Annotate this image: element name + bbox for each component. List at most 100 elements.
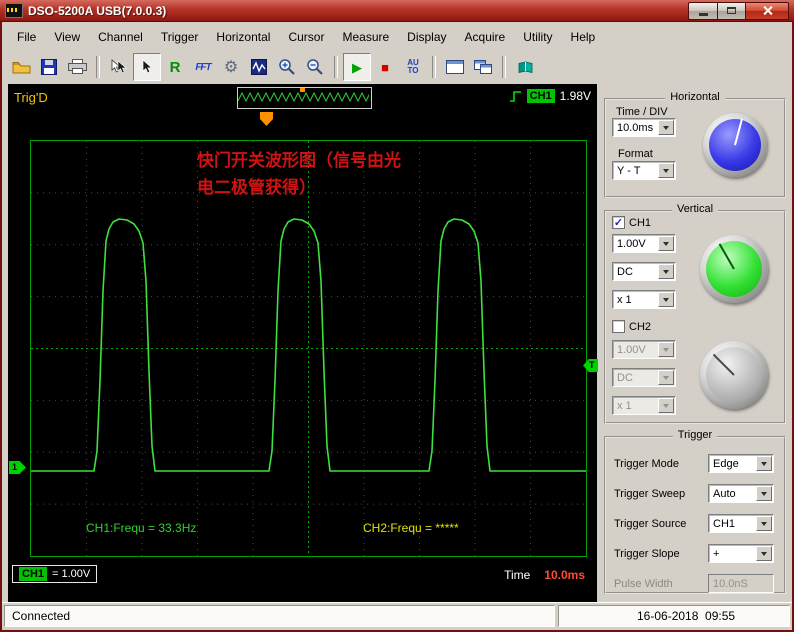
chevron-down-icon [756,546,772,561]
refresh-r-button[interactable]: R [161,53,189,81]
trigger-source-label: Trigger Source [614,518,686,530]
stop-button[interactable]: ■ [371,53,399,81]
ch2-position-knob [700,341,768,409]
chevron-down-icon [658,163,674,178]
trigger-mode-label: Trigger Mode [614,458,679,470]
trigger-source-select[interactable]: CH1 [708,514,774,533]
ch2-checkbox-icon [612,320,625,333]
ch1-position-knob[interactable] [700,235,768,303]
ch2-checkbox-label: CH2 [629,321,651,333]
scope-display-panel: Trig'D CH1 1.98V 快门开关波形图（信号由光 电二极管获得） CH… [8,84,597,602]
auto-icon: AU TO [407,59,419,75]
close-button[interactable] [746,2,789,20]
maximize-button[interactable] [718,2,746,20]
printer-icon [68,59,87,75]
save-button[interactable] [35,53,63,81]
menu-utility[interactable]: Utility [514,27,561,47]
maximize-icon [727,7,736,14]
chevron-down-icon [756,456,772,471]
gear-icon: ⚙ [224,57,238,77]
menu-measure[interactable]: Measure [333,27,398,47]
settings-button[interactable]: ⚙ [217,53,245,81]
toolbar-separator [432,56,436,78]
pulse-width-label: Pulse Width [614,578,673,590]
ch2-coupling-select: DC [612,368,676,387]
horizontal-position-knob[interactable] [703,113,767,177]
time-scale-readout: Time 10.0ms [504,568,585,582]
ch1-checkbox[interactable]: CH1 [612,216,651,229]
format-value: Y - T [613,165,658,177]
autoset-button[interactable]: AU TO [399,53,427,81]
menu-cursor[interactable]: Cursor [279,27,333,47]
chevron-down-icon [756,486,772,501]
toolbar-separator [502,56,506,78]
minimize-button[interactable] [688,2,718,20]
menubar: File View Channel Trigger Horizontal Cur… [2,24,792,50]
menu-horizontal[interactable]: Horizontal [207,27,279,47]
chevron-down-icon [658,236,674,251]
ch1-volt-select[interactable]: 1.00V [612,234,676,253]
open-button[interactable] [7,53,35,81]
print-button[interactable] [63,53,91,81]
chevron-down-icon [658,264,674,279]
ch1-frequency-readout: CH1:Frequ = 33.3Hz [86,521,196,535]
graticule-grid [31,141,586,556]
ch1-position-marker[interactable]: 1 [9,461,26,474]
statusbar: Connected 16-06-2018 09:55 [2,602,792,630]
pointer-button[interactable] [133,53,161,81]
annotation-text: 快门开关波形图（信号由光 电二极管获得） [197,147,401,201]
time-scale-label: Time [504,568,530,582]
ch1-probe-select[interactable]: x 1 [612,290,676,309]
chevron-down-icon [658,120,674,135]
trigger-level-readout: 1.98V [560,89,591,103]
pointer-icon [140,59,154,75]
trigger-edge-icon [509,90,522,103]
help-book-button[interactable] [511,53,539,81]
annotation-line1: 快门开关波形图（信号由光 [197,147,401,174]
chevron-down-icon [756,516,772,531]
trigger-mode-select[interactable]: Edge [708,454,774,473]
minimize-icon [699,13,708,16]
format-select[interactable]: Y - T [612,161,676,180]
trigger-slope-select[interactable]: + [708,544,774,563]
start-button[interactable]: ▶ [343,53,371,81]
trigger-mode-value: Edge [709,458,756,470]
app-icon [5,3,23,18]
ch1-coupling-select[interactable]: DC [612,262,676,281]
trigger-slope-value: + [709,548,756,560]
time-div-select[interactable]: 10.0ms [612,118,676,137]
auto-icon-bottom: TO [407,67,419,75]
trig-status: Trig'D [14,90,48,105]
zoom-out-button[interactable] [301,53,329,81]
datetime-status: 16-06-2018 09:55 [558,605,790,627]
titlebar: DSO-5200A USB(7.0.0.3) [0,0,794,22]
trigger-sweep-select[interactable]: Auto [708,484,774,503]
ch2-checkbox[interactable]: CH2 [612,320,651,333]
ch1-probe-value: x 1 [613,294,658,306]
trigger-group-title: Trigger [673,429,717,441]
menu-display[interactable]: Display [398,27,455,47]
ch2-probe-select: x 1 [612,396,676,415]
single-window-button[interactable] [441,53,469,81]
fft-button[interactable]: FFT [189,53,217,81]
menu-acquire[interactable]: Acquire [456,27,515,47]
window-icon [446,60,464,74]
menu-trigger[interactable]: Trigger [152,27,208,47]
pulse-width-field: 10.0nS [708,574,774,593]
split-window-button[interactable] [469,53,497,81]
ch1-volt-value: 1.00V [613,238,658,250]
waveform-display-button[interactable] [245,53,273,81]
trigger-position-marker[interactable] [260,112,273,126]
connection-status: Connected [4,605,555,627]
chevron-down-icon [658,342,674,357]
trigger-sweep-value: Auto [709,488,756,500]
menu-help[interactable]: Help [562,27,605,47]
chevron-down-icon [658,398,674,413]
cursor-tracking-button[interactable] [105,53,133,81]
menu-file[interactable]: File [8,27,45,47]
zoom-in-button[interactable] [273,53,301,81]
annotation-line2: 电二极管获得） [197,174,401,201]
menu-view[interactable]: View [45,27,89,47]
knob-face [706,241,762,297]
menu-channel[interactable]: Channel [89,27,152,47]
